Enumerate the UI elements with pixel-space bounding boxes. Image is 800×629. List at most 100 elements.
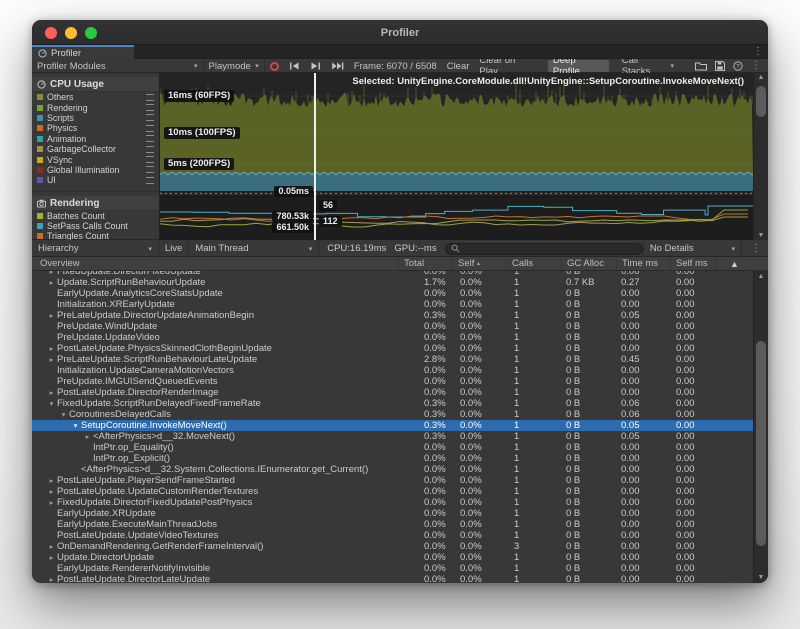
scroll-up-icon[interactable]: ▲: [754, 273, 768, 280]
foldout-icon[interactable]: ▸: [46, 311, 57, 320]
legend-item[interactable]: Physics: [32, 123, 159, 133]
prev-frame-button[interactable]: [284, 59, 305, 73]
foldout-icon[interactable]: ▾: [70, 421, 81, 430]
module-header-cpu-usage[interactable]: CPU Usage: [32, 77, 159, 92]
table-row[interactable]: ▸PostLateUpdate.DirectorLateUpdate0.0%0.…: [32, 574, 753, 583]
scroll-down-icon[interactable]: ▼: [754, 574, 768, 581]
titlebar[interactable]: Profiler: [32, 20, 768, 45]
table-row[interactable]: PreUpdate.WindUpdate0.0%0.0%10 B0.000.00: [32, 321, 753, 332]
current-frame-button[interactable]: [326, 59, 349, 73]
table-row[interactable]: ▾FixedUpdate.ScriptRunDelayedFixedFrameR…: [32, 398, 753, 409]
tabstrip-menu-icon[interactable]: ⋮: [753, 46, 763, 57]
table-row[interactable]: ▸FixedUpdate.DirectorFixedUpdatePostPhys…: [32, 497, 753, 508]
frame-selector-line[interactable]: [314, 73, 316, 240]
table-scrollbar-thumb[interactable]: [756, 341, 766, 546]
deep-profile-button[interactable]: Deep Profile: [548, 60, 609, 72]
drag-handle-icon[interactable]: [146, 146, 154, 153]
chart-area[interactable]: Selected: UnityEngine.CoreModule.dll!Uni…: [160, 73, 753, 240]
foldout-icon[interactable]: ▾: [58, 410, 69, 419]
charts-scrollbar-thumb[interactable]: [756, 86, 766, 117]
legend-item[interactable]: Scripts: [32, 113, 159, 123]
table-row[interactable]: ▾CoroutinesDelayedCalls0.3%0.0%10 B0.060…: [32, 409, 753, 420]
module-header-rendering[interactable]: Rendering: [32, 196, 159, 211]
foldout-icon[interactable]: ▸: [82, 432, 93, 441]
table-row[interactable]: ▸Update.ScriptRunBehaviourUpdate1.7%0.0%…: [32, 277, 753, 288]
profiler-modules-dropdown[interactable]: Profiler Modules ▾: [32, 59, 204, 73]
drag-handle-icon[interactable]: [146, 104, 154, 111]
column-self[interactable]: Self ▴: [452, 259, 506, 269]
table-row[interactable]: PostLateUpdate.UpdateVideoTextures0.0%0.…: [32, 530, 753, 541]
playmode-dropdown[interactable]: Playmode ▾: [204, 59, 265, 73]
legend-item[interactable]: Rendering: [32, 102, 159, 112]
view-mode-dropdown[interactable]: Hierarchy ▾: [32, 240, 159, 257]
table-row[interactable]: EarlyUpdate.ExecuteMainThreadJobs0.0%0.0…: [32, 519, 753, 530]
foldout-icon[interactable]: ▸: [46, 553, 57, 562]
next-frame-button[interactable]: [305, 59, 326, 73]
foldout-icon[interactable]: ▸: [46, 476, 57, 485]
legend-item[interactable]: GarbageCollector: [32, 144, 159, 154]
legend-item[interactable]: SetPass Calls Count: [32, 221, 159, 231]
table-row[interactable]: IntPtr.op_Equality()0.0%0.0%10 B0.000.00: [32, 442, 753, 453]
search-input[interactable]: [463, 244, 637, 254]
column-total[interactable]: Total: [398, 259, 452, 269]
marker-column-icon[interactable]: ▲: [715, 259, 753, 269]
column-calls[interactable]: Calls: [506, 259, 561, 269]
column-self-ms[interactable]: Self ms: [670, 259, 715, 269]
table-row[interactable]: ▸PostLateUpdate.DirectorRenderImage0.0%0…: [32, 387, 753, 398]
tab-profiler[interactable]: Profiler: [32, 45, 134, 59]
drag-handle-icon[interactable]: [146, 125, 154, 132]
column-time-ms[interactable]: Time ms: [616, 259, 670, 269]
foldout-icon[interactable]: ▸: [46, 344, 57, 353]
minimize-window-button[interactable]: [65, 27, 77, 39]
column-gc-alloc[interactable]: GC Alloc: [561, 259, 616, 269]
legend-item[interactable]: Others: [32, 92, 159, 102]
save-profile-icon[interactable]: [715, 61, 725, 71]
scroll-down-icon[interactable]: ▼: [754, 232, 768, 239]
drag-handle-icon[interactable]: [146, 135, 154, 142]
table-row[interactable]: ▾SetupCoroutine.InvokeMoveNext()0.3%0.0%…: [32, 420, 753, 431]
legend-item[interactable]: Animation: [32, 134, 159, 144]
search-box[interactable]: [445, 243, 643, 255]
table-row[interactable]: PreUpdate.UpdateVideo0.0%0.0%10 B0.000.0…: [32, 332, 753, 343]
table-row[interactable]: ▸PostLateUpdate.PlayerSendFrameStarted0.…: [32, 475, 753, 486]
column-overview[interactable]: Overview: [32, 259, 398, 269]
table-row[interactable]: <AfterPhysics>d__32.System.Collections.I…: [32, 464, 753, 475]
foldout-icon[interactable]: ▸: [46, 498, 57, 507]
scroll-up-icon[interactable]: ▲: [754, 74, 768, 81]
table-row[interactable]: EarlyUpdate.XRUpdate0.0%0.0%10 B0.000.00: [32, 508, 753, 519]
legend-item[interactable]: Triangles Count: [32, 231, 159, 240]
table-row[interactable]: ▸PostLateUpdate.PhysicsSkinnedClothBegin…: [32, 343, 753, 354]
zoom-window-button[interactable]: [85, 27, 97, 39]
foldout-icon[interactable]: ▸: [46, 271, 57, 276]
clear-button[interactable]: Clear: [442, 59, 475, 73]
table-row[interactable]: PreUpdate.IMGUISendQueuedEvents0.0%0.0%1…: [32, 376, 753, 387]
foldout-icon[interactable]: ▸: [46, 388, 57, 397]
foldout-icon[interactable]: ▸: [46, 542, 57, 551]
help-icon[interactable]: ?: [733, 61, 743, 71]
rendering-chart[interactable]: [160, 197, 753, 240]
legend-item[interactable]: Global Illumination: [32, 165, 159, 175]
close-window-button[interactable]: [45, 27, 57, 39]
foldout-icon[interactable]: ▸: [46, 278, 57, 287]
toolbar-menu-icon[interactable]: ⋮: [751, 61, 761, 71]
table-row[interactable]: ▸PostLateUpdate.UpdateCustomRenderTextur…: [32, 486, 753, 497]
table-row[interactable]: EarlyUpdate.AnalyticsCoreStatsUpdate0.0%…: [32, 288, 753, 299]
table-row[interactable]: IntPtr.op_Explicit()0.0%0.0%10 B0.000.00: [32, 453, 753, 464]
legend-item[interactable]: Batches Count: [32, 211, 159, 221]
live-toggle[interactable]: Live: [159, 243, 188, 254]
record-button[interactable]: [265, 59, 284, 73]
drag-handle-icon[interactable]: [146, 94, 154, 101]
charts-scrollbar[interactable]: ▲ ▼: [753, 73, 768, 240]
drag-handle-icon[interactable]: [146, 114, 154, 121]
foldout-icon[interactable]: ▾: [46, 399, 57, 408]
foldout-icon[interactable]: ▸: [46, 487, 57, 496]
table-row[interactable]: Initialization.UpdateCameraMotionVectors…: [32, 365, 753, 376]
drag-handle-icon[interactable]: [146, 166, 154, 173]
thread-dropdown[interactable]: Main Thread ▾: [188, 240, 319, 257]
hierarchy-menu-icon[interactable]: ⋮: [742, 244, 768, 254]
legend-item[interactable]: VSync: [32, 154, 159, 164]
table-row[interactable]: ▸<AfterPhysics>d__32.MoveNext()0.3%0.0%1…: [32, 431, 753, 442]
table-row[interactable]: Initialization.XREarlyUpdate0.0%0.0%10 B…: [32, 299, 753, 310]
drag-handle-icon[interactable]: [146, 156, 154, 163]
table-row[interactable]: ▸Update.DirectorUpdate0.0%0.0%10 B0.000.…: [32, 552, 753, 563]
